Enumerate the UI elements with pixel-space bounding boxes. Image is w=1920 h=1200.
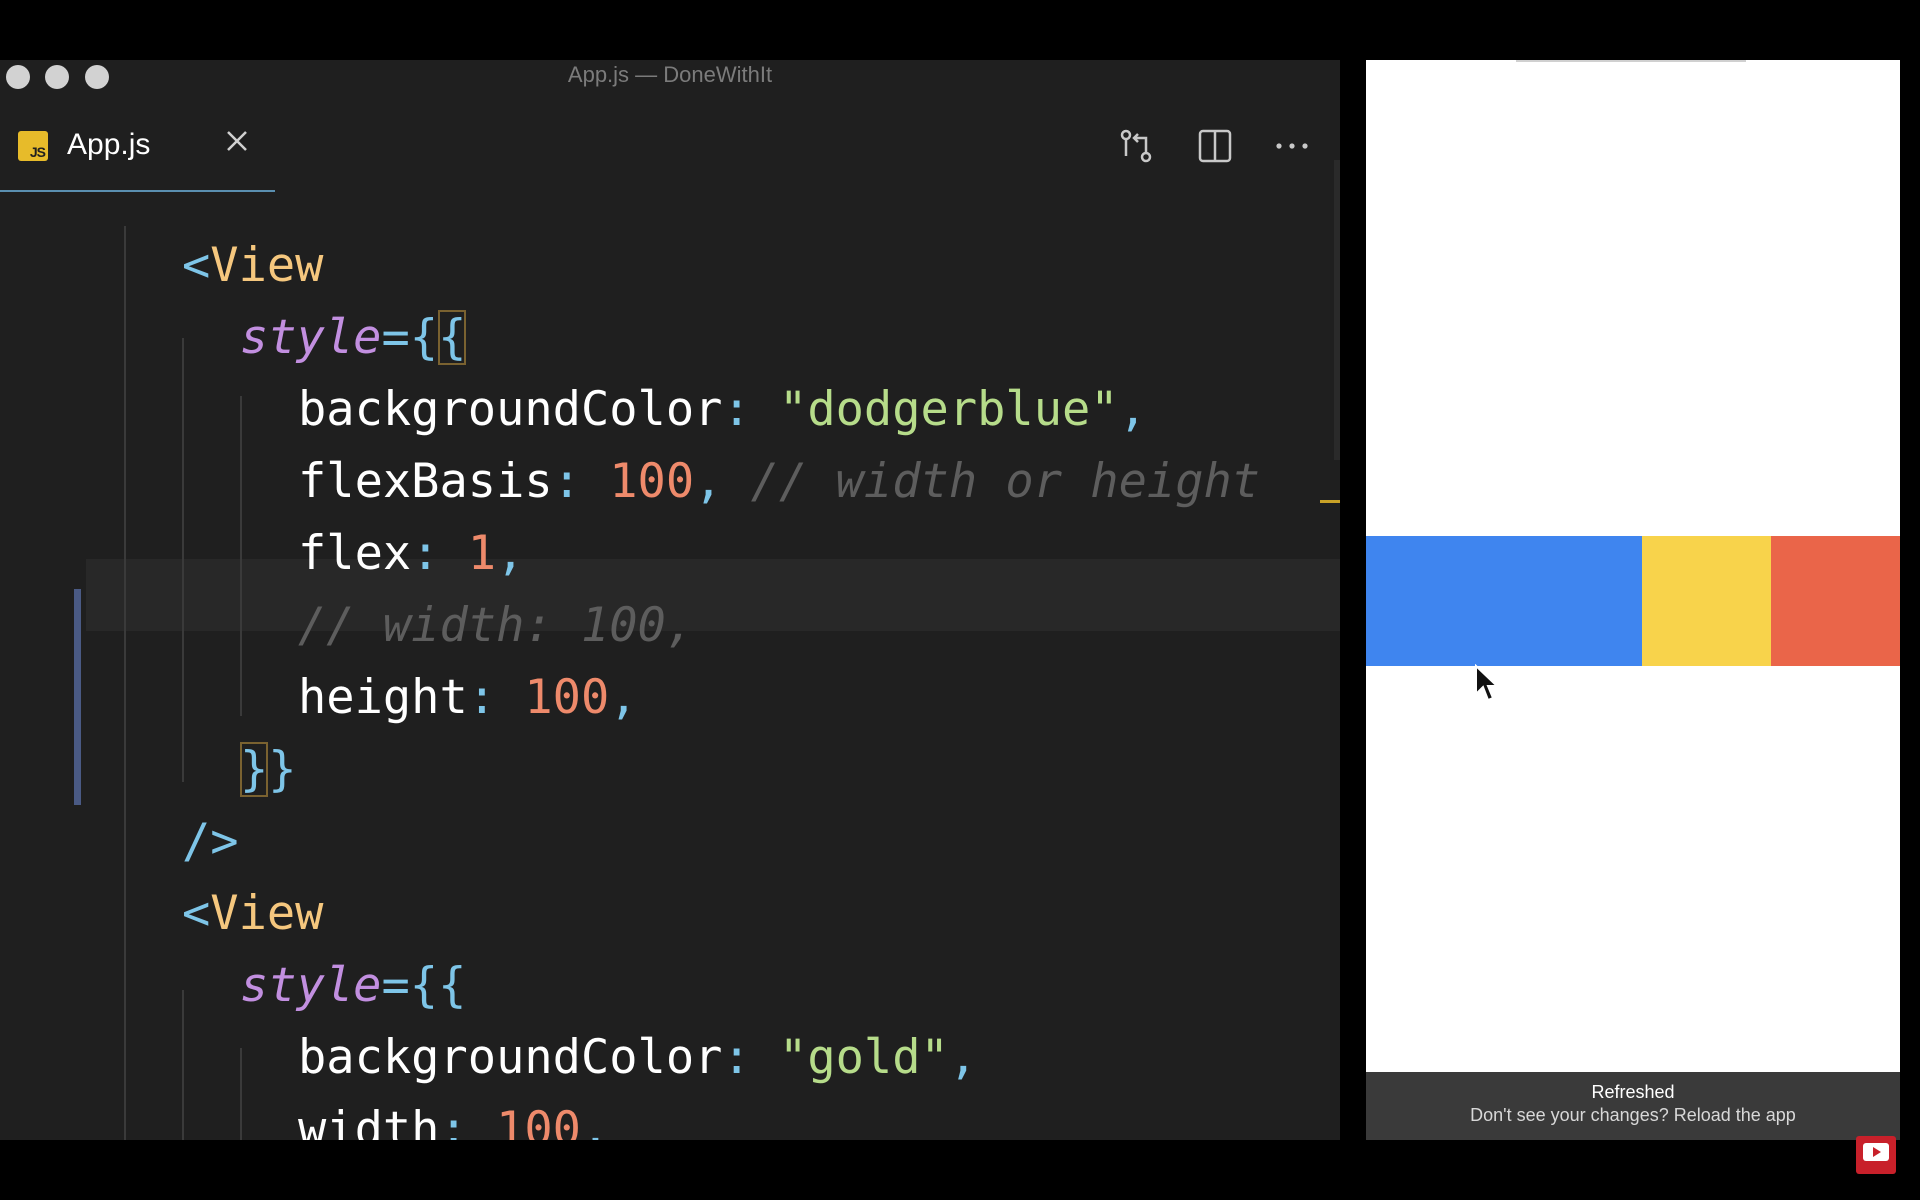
code-line: flexBasis: 100, // width or height — [298, 446, 1260, 518]
code-line: backgroundColor: "gold", — [298, 1022, 977, 1094]
code-token: // width or height — [750, 454, 1261, 509]
indent-guide — [124, 226, 126, 1140]
code-token: , — [1118, 382, 1147, 437]
code-area[interactable]: <View style={{ backgroundColor: "dodgerb… — [0, 226, 1340, 1140]
indent-guide — [240, 1048, 242, 1140]
code-token: 1 — [467, 526, 497, 581]
toast-title: Refreshed — [1591, 1082, 1675, 1102]
code-token: = — [381, 958, 410, 1013]
gutter-change-marker — [74, 589, 81, 805]
code-token: } — [240, 742, 269, 797]
tab-bar: JS App.js — [0, 108, 1340, 192]
code-token: : — [722, 382, 780, 437]
code-token: } — [268, 742, 297, 797]
status-bar-edge — [1516, 60, 1746, 62]
code-token: , — [496, 526, 525, 581]
title-bar: App.js — DoneWithIt — [0, 60, 1340, 90]
code-token: , — [948, 1030, 978, 1085]
app-preview: Refreshed Don't see your changes? Reload… — [1366, 60, 1900, 1140]
code-line: style={{ — [240, 302, 467, 374]
code-line: style={{ — [240, 950, 466, 1022]
code-token: { — [409, 958, 439, 1013]
code-token: backgroundColor — [298, 382, 723, 437]
code-line: height: 100, — [298, 662, 638, 734]
code-line: // width: 100, — [298, 590, 694, 662]
code-token: backgroundColor — [298, 1030, 723, 1085]
code-token: height — [298, 670, 468, 725]
screen: App.js — DoneWithIt JS App.js <View styl… — [0, 0, 1920, 1200]
toast-subtitle: Don't see your changes? Reload the app — [1470, 1105, 1796, 1125]
code-token: : — [439, 1102, 497, 1140]
indent-guide — [240, 396, 242, 716]
code-line: <View — [182, 878, 323, 950]
mouse-pointer-icon — [1475, 664, 1500, 702]
code-line: }} — [240, 734, 297, 806]
code-token: width — [298, 1102, 440, 1140]
code-token: View — [210, 238, 324, 293]
code-token: View — [210, 886, 324, 941]
code-token: style — [240, 958, 382, 1013]
editor-scrollbar[interactable] — [1334, 160, 1340, 460]
window-title: App.js — DoneWithIt — [567, 62, 773, 87]
code-editor-window: App.js — DoneWithIt JS App.js <View styl… — [0, 60, 1340, 1140]
code-token: = — [381, 310, 410, 365]
dodgerblue-box — [1366, 536, 1642, 666]
tab-app-js[interactable]: JS App.js — [0, 108, 275, 192]
code-token: : — [411, 526, 468, 581]
gold-box — [1642, 536, 1771, 666]
js-icon-text: JS — [29, 144, 46, 160]
indent-guide — [182, 338, 184, 782]
code-token: : — [722, 1030, 780, 1085]
code-token: < — [182, 238, 211, 293]
indent-guide — [182, 990, 184, 1140]
subscribe-badge-icon[interactable] — [1856, 1136, 1896, 1174]
code-token: style — [240, 310, 382, 365]
code-line: width: 100, — [298, 1094, 609, 1140]
refresh-toast[interactable]: Refreshed Don't see your changes? Reload… — [1366, 1072, 1900, 1140]
code-token: { — [409, 310, 439, 365]
code-token: : — [552, 454, 610, 509]
code-token: { — [438, 958, 467, 1013]
code-token: "gold" — [779, 1030, 949, 1085]
js-file-icon: JS — [18, 131, 48, 161]
open-changes-icon[interactable] — [1116, 126, 1156, 166]
code-token: flex — [298, 526, 412, 581]
code-token: flexBasis — [298, 454, 553, 509]
split-editor-icon[interactable] — [1195, 126, 1235, 166]
tomato-box — [1771, 536, 1900, 666]
close-tab-icon[interactable] — [222, 126, 252, 156]
code-token: 100 — [496, 1102, 581, 1140]
code-line: /> — [182, 806, 239, 878]
code-line: <View — [182, 230, 323, 302]
code-token: { — [438, 310, 467, 365]
code-token: < — [182, 886, 211, 941]
current-line-highlight — [86, 559, 1340, 631]
code-token: , — [580, 1102, 610, 1140]
code-token: , — [609, 670, 638, 725]
code-token: 100 — [524, 670, 610, 725]
more-actions-icon[interactable] — [1272, 126, 1312, 166]
code-token: , — [694, 454, 751, 509]
code-token: "dodgerblue" — [779, 382, 1119, 437]
tab-label: App.js — [67, 128, 151, 161]
overview-ruler-marker — [1320, 500, 1340, 503]
code-line: flex: 1, — [298, 518, 524, 590]
code-token: 100 — [609, 454, 695, 509]
code-line: backgroundColor: "dodgerblue", — [298, 374, 1147, 446]
code-token: /> — [182, 814, 239, 869]
code-token: // width: 100, — [298, 598, 695, 653]
code-token: : — [467, 670, 525, 725]
